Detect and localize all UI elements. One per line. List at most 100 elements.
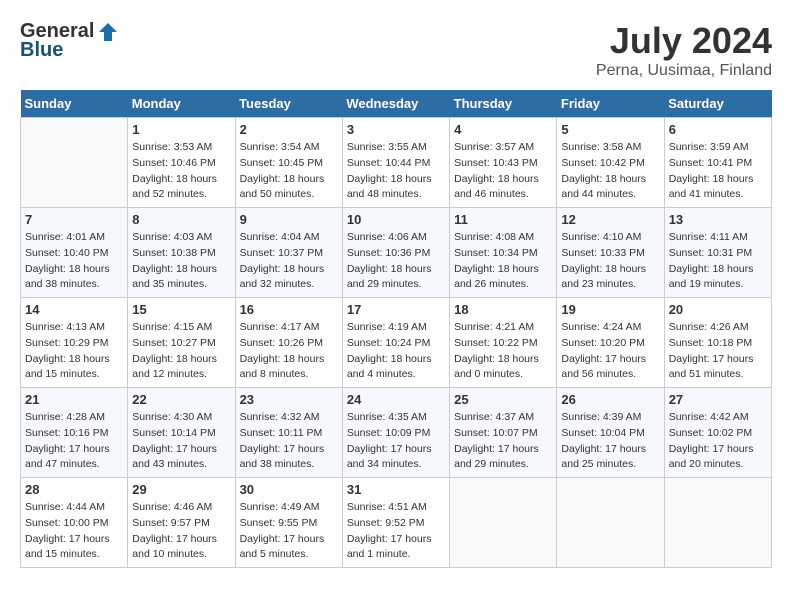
- day-info: Sunrise: 3:54 AM Sunset: 10:45 PM Daylig…: [240, 140, 338, 203]
- day-info: Sunrise: 4:32 AM Sunset: 10:11 PM Daylig…: [240, 410, 338, 473]
- day-info: Sunrise: 4:04 AM Sunset: 10:37 PM Daylig…: [240, 230, 338, 293]
- calendar-day-cell: 4 Sunrise: 3:57 AM Sunset: 10:43 PM Dayli…: [450, 118, 557, 208]
- day-number: 3: [347, 122, 445, 137]
- day-info: Sunrise: 4:19 AM Sunset: 10:24 PM Daylig…: [347, 320, 445, 383]
- day-number: 2: [240, 122, 338, 137]
- calendar-week-row: 21 Sunrise: 4:28 AM Sunset: 10:16 PM Dayl…: [21, 388, 772, 478]
- calendar-day-cell: 21 Sunrise: 4:28 AM Sunset: 10:16 PM Dayl…: [21, 388, 128, 478]
- calendar-day-cell: 8 Sunrise: 4:03 AM Sunset: 10:38 PM Dayli…: [128, 208, 235, 298]
- day-number: 4: [454, 122, 552, 137]
- calendar-day-cell: 29 Sunrise: 4:46 AM Sunset: 9:57 PM Dayli…: [128, 478, 235, 568]
- calendar-day-cell: [450, 478, 557, 568]
- calendar-day-cell: 24Sunrise: 4:35 AM Sunset: 10:09 PM Dayl…: [342, 388, 449, 478]
- location-title: Perna, Uusimaa, Finland: [596, 62, 772, 80]
- calendar-day-cell: 16 Sunrise: 4:17 AM Sunset: 10:26 PM Dayl…: [235, 298, 342, 388]
- day-info: Sunrise: 4:42 AM Sunset: 10:02 PM Daylig…: [669, 410, 767, 473]
- calendar-day-cell: 2 Sunrise: 3:54 AM Sunset: 10:45 PM Dayli…: [235, 118, 342, 208]
- calendar-day-cell: 10 Sunrise: 4:06 AM Sunset: 10:36 PM Dayl…: [342, 208, 449, 298]
- weekday-header-tuesday: Tuesday: [235, 90, 342, 118]
- day-info: Sunrise: 4:06 AM Sunset: 10:36 PM Daylig…: [347, 230, 445, 293]
- day-number: 21: [25, 392, 123, 407]
- day-info: Sunrise: 4:11 AM Sunset: 10:31 PM Daylig…: [669, 230, 767, 293]
- day-info: Sunrise: 4:03 AM Sunset: 10:38 PM Daylig…: [132, 230, 230, 293]
- day-number: 18: [454, 302, 552, 317]
- day-info: Sunrise: 4:17 AM Sunset: 10:26 PM Daylig…: [240, 320, 338, 383]
- calendar-day-cell: 11Sunrise: 4:08 AM Sunset: 10:34 PM Dayl…: [450, 208, 557, 298]
- day-info: Sunrise: 4:35 AM Sunset: 10:09 PM Daylig…: [347, 410, 445, 473]
- day-number: 8: [132, 212, 230, 227]
- calendar-day-cell: 22Sunrise: 4:30 AM Sunset: 10:14 PM Dayl…: [128, 388, 235, 478]
- calendar-day-cell: 19Sunrise: 4:24 AM Sunset: 10:20 PM Dayl…: [557, 298, 664, 388]
- day-number: 25: [454, 392, 552, 407]
- calendar-day-cell: 27 Sunrise: 4:42 AM Sunset: 10:02 PM Dayl…: [664, 388, 771, 478]
- calendar-day-cell: 1Sunrise: 3:53 AM Sunset: 10:46 PM Dayli…: [128, 118, 235, 208]
- day-number: 20: [669, 302, 767, 317]
- day-info: Sunrise: 4:39 AM Sunset: 10:04 PM Daylig…: [561, 410, 659, 473]
- calendar-day-cell: 20 Sunrise: 4:26 AM Sunset: 10:18 PM Dayl…: [664, 298, 771, 388]
- day-info: Sunrise: 4:15 AM Sunset: 10:27 PM Daylig…: [132, 320, 230, 383]
- day-number: 23: [240, 392, 338, 407]
- day-number: 12: [561, 212, 659, 227]
- day-number: 13: [669, 212, 767, 227]
- calendar-day-cell: 7 Sunrise: 4:01 AM Sunset: 10:40 PM Dayli…: [21, 208, 128, 298]
- weekday-header-sunday: Sunday: [21, 90, 128, 118]
- calendar-day-cell: 18Sunrise: 4:21 AM Sunset: 10:22 PM Dayl…: [450, 298, 557, 388]
- calendar-week-row: 1Sunrise: 3:53 AM Sunset: 10:46 PM Dayli…: [21, 118, 772, 208]
- page-header: General Blue July 2024 Perna, Uusimaa, F…: [20, 20, 772, 80]
- weekday-header-row: SundayMondayTuesdayWednesdayThursdayFrid…: [21, 90, 772, 118]
- calendar-day-cell: 6 Sunrise: 3:59 AM Sunset: 10:41 PM Dayli…: [664, 118, 771, 208]
- day-info: Sunrise: 4:49 AM Sunset: 9:55 PM Dayligh…: [240, 500, 338, 563]
- calendar-week-row: 7 Sunrise: 4:01 AM Sunset: 10:40 PM Dayli…: [21, 208, 772, 298]
- calendar-day-cell: 15 Sunrise: 4:15 AM Sunset: 10:27 PM Dayl…: [128, 298, 235, 388]
- calendar-day-cell: 5 Sunrise: 3:58 AM Sunset: 10:42 PM Dayli…: [557, 118, 664, 208]
- day-info: Sunrise: 4:10 AM Sunset: 10:33 PM Daylig…: [561, 230, 659, 293]
- day-number: 6: [669, 122, 767, 137]
- calendar-day-cell: 28Sunrise: 4:44 AM Sunset: 10:00 PM Dayl…: [21, 478, 128, 568]
- weekday-header-monday: Monday: [128, 90, 235, 118]
- day-number: 27: [669, 392, 767, 407]
- day-number: 30: [240, 482, 338, 497]
- day-info: Sunrise: 4:26 AM Sunset: 10:18 PM Daylig…: [669, 320, 767, 383]
- day-info: Sunrise: 4:24 AM Sunset: 10:20 PM Daylig…: [561, 320, 659, 383]
- weekday-header-wednesday: Wednesday: [342, 90, 449, 118]
- day-number: 26: [561, 392, 659, 407]
- calendar-week-row: 28Sunrise: 4:44 AM Sunset: 10:00 PM Dayl…: [21, 478, 772, 568]
- calendar-day-cell: [21, 118, 128, 208]
- day-number: 7: [25, 212, 123, 227]
- day-info: Sunrise: 3:58 AM Sunset: 10:42 PM Daylig…: [561, 140, 659, 203]
- calendar-day-cell: 3 Sunrise: 3:55 AM Sunset: 10:44 PM Dayli…: [342, 118, 449, 208]
- day-number: 10: [347, 212, 445, 227]
- calendar-day-cell: 12 Sunrise: 4:10 AM Sunset: 10:33 PM Dayl…: [557, 208, 664, 298]
- day-info: Sunrise: 4:30 AM Sunset: 10:14 PM Daylig…: [132, 410, 230, 473]
- month-title: July 2024: [596, 20, 772, 62]
- day-number: 15: [132, 302, 230, 317]
- logo-blue-text: Blue: [20, 39, 63, 62]
- day-info: Sunrise: 4:51 AM Sunset: 9:52 PM Dayligh…: [347, 500, 445, 563]
- day-info: Sunrise: 3:57 AM Sunset: 10:43 PM Daylig…: [454, 140, 552, 203]
- day-number: 5: [561, 122, 659, 137]
- weekday-header-thursday: Thursday: [450, 90, 557, 118]
- day-number: 29: [132, 482, 230, 497]
- calendar-day-cell: 30 Sunrise: 4:49 AM Sunset: 9:55 PM Dayli…: [235, 478, 342, 568]
- day-info: Sunrise: 4:46 AM Sunset: 9:57 PM Dayligh…: [132, 500, 230, 563]
- calendar-day-cell: 23 Sunrise: 4:32 AM Sunset: 10:11 PM Dayl…: [235, 388, 342, 478]
- logo-icon: [97, 21, 119, 43]
- day-info: Sunrise: 3:59 AM Sunset: 10:41 PM Daylig…: [669, 140, 767, 203]
- day-info: Sunrise: 4:37 AM Sunset: 10:07 PM Daylig…: [454, 410, 552, 473]
- calendar-week-row: 14 Sunrise: 4:13 AM Sunset: 10:29 PM Dayl…: [21, 298, 772, 388]
- calendar-day-cell: 31Sunrise: 4:51 AM Sunset: 9:52 PM Dayli…: [342, 478, 449, 568]
- day-info: Sunrise: 3:53 AM Sunset: 10:46 PM Daylig…: [132, 140, 230, 203]
- calendar-day-cell: 25 Sunrise: 4:37 AM Sunset: 10:07 PM Dayl…: [450, 388, 557, 478]
- calendar-table: SundayMondayTuesdayWednesdayThursdayFrid…: [20, 90, 772, 568]
- day-number: 16: [240, 302, 338, 317]
- day-info: Sunrise: 4:28 AM Sunset: 10:16 PM Daylig…: [25, 410, 123, 473]
- day-info: Sunrise: 4:01 AM Sunset: 10:40 PM Daylig…: [25, 230, 123, 293]
- day-number: 14: [25, 302, 123, 317]
- calendar-day-cell: 13 Sunrise: 4:11 AM Sunset: 10:31 PM Dayl…: [664, 208, 771, 298]
- day-info: Sunrise: 3:55 AM Sunset: 10:44 PM Daylig…: [347, 140, 445, 203]
- day-info: Sunrise: 4:13 AM Sunset: 10:29 PM Daylig…: [25, 320, 123, 383]
- weekday-header-friday: Friday: [557, 90, 664, 118]
- calendar-day-cell: 17Sunrise: 4:19 AM Sunset: 10:24 PM Dayl…: [342, 298, 449, 388]
- title-section: July 2024 Perna, Uusimaa, Finland: [596, 20, 772, 80]
- day-info: Sunrise: 4:44 AM Sunset: 10:00 PM Daylig…: [25, 500, 123, 563]
